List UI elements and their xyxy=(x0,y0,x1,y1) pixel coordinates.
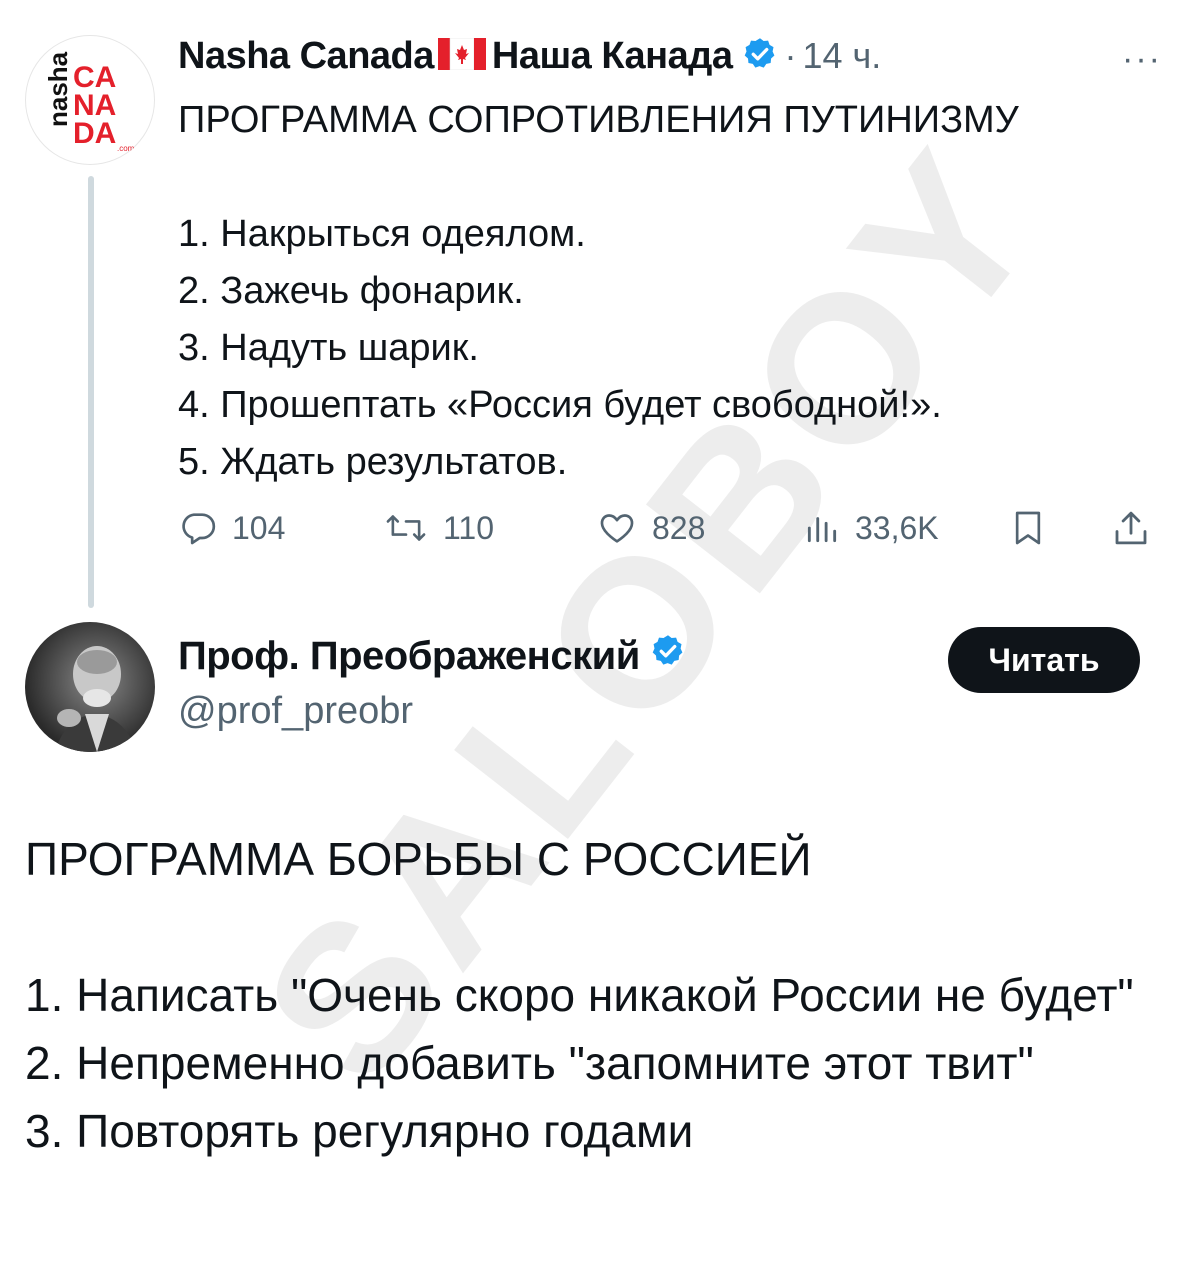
repost-button[interactable]: 110 xyxy=(383,500,494,556)
heart-icon xyxy=(596,508,638,548)
repost-icon xyxy=(383,508,429,548)
reply-button[interactable]: 104 xyxy=(178,500,285,556)
nasha-canada-logo: nasha CA NA DA .com xyxy=(43,51,135,153)
views-button[interactable]: 33,6K xyxy=(803,500,939,556)
logo-da-text: DA xyxy=(73,117,116,150)
tweet2-line: ПРОГРАММА БОРЬБЫ С РОССИЕЙ xyxy=(25,833,812,885)
tweet1-author-name[interactable]: Nasha Canada xyxy=(178,35,434,78)
tweet2-header: Проф. Преображенский xyxy=(178,633,686,679)
tweet1-text: ПРОГРАММА СОПРОТИВЛЕНИЯ ПУТИНИЗМУ 1. Нак… xyxy=(178,92,1168,491)
views-count: 33,6K xyxy=(855,509,939,546)
share-button[interactable] xyxy=(1110,500,1152,556)
like-button[interactable]: 828 xyxy=(596,500,705,556)
verified-badge-icon xyxy=(650,633,686,679)
like-count: 828 xyxy=(652,509,706,546)
tweet2-line: 3. Повторять регулярно годами xyxy=(25,1105,694,1157)
tweet1-line: ПРОГРАММА СОПРОТИВЛЕНИЯ ПУТИНИЗМУ xyxy=(178,99,1019,141)
thread-connector-line xyxy=(88,176,94,608)
repost-count: 110 xyxy=(443,509,495,546)
tweet1-header: Nasha Canada Наша Канада · 14 ч. xyxy=(178,28,881,84)
follow-button[interactable]: Читать xyxy=(948,627,1140,693)
logo-nasha-text: nasha xyxy=(43,51,73,127)
avatar-nasha-canada[interactable]: nasha CA NA DA .com xyxy=(25,35,155,165)
share-icon xyxy=(1110,506,1152,550)
views-chart-icon xyxy=(803,508,841,548)
tweet1-timestamp[interactable]: 14 ч. xyxy=(802,35,881,77)
tweet1-line: 3. Надуть шарик. xyxy=(178,327,479,369)
avatar-prof-preobr[interactable] xyxy=(25,622,155,752)
tweet1-action-bar: 104 110 828 33,6K xyxy=(178,500,1158,556)
tweet2-handle[interactable]: @prof_preobr xyxy=(178,690,413,733)
more-options-icon[interactable]: ··· xyxy=(1122,40,1162,79)
portrait-image xyxy=(55,646,137,752)
tweet1-separator: · xyxy=(784,35,797,76)
tweet1-line xyxy=(178,149,1168,206)
tweet2-text: ПРОГРАММА БОРЬБЫ С РОССИЕЙ 1. Написать "… xyxy=(25,825,1165,1165)
tweet1-line: 4. Прошептать «Россия будет свободной!». xyxy=(178,384,942,426)
bookmark-button[interactable] xyxy=(1008,500,1048,556)
tweet2-line xyxy=(25,893,1165,961)
reply-count: 104 xyxy=(232,509,286,546)
logo-com-text: .com xyxy=(117,144,135,153)
tweet1-line: 5. Ждать результатов. xyxy=(178,441,568,483)
verified-badge-icon xyxy=(742,36,778,77)
bookmark-icon xyxy=(1008,506,1048,550)
tweet2-line: 1. Написать "Очень скоро никакой России … xyxy=(25,969,1134,1021)
tweet2-line: 2. Непременно добавить "запомните этот т… xyxy=(25,1037,1034,1089)
canada-flag-icon xyxy=(437,37,486,75)
tweet1-author-name-ru[interactable]: Наша Канада xyxy=(492,35,733,78)
reply-icon xyxy=(178,508,218,548)
tweet1-line: 2. Зажечь фонарик. xyxy=(178,270,524,312)
tweet2-author-name[interactable]: Проф. Преображенский xyxy=(178,634,640,679)
tweet1-line: 1. Накрыться одеялом. xyxy=(178,213,586,255)
